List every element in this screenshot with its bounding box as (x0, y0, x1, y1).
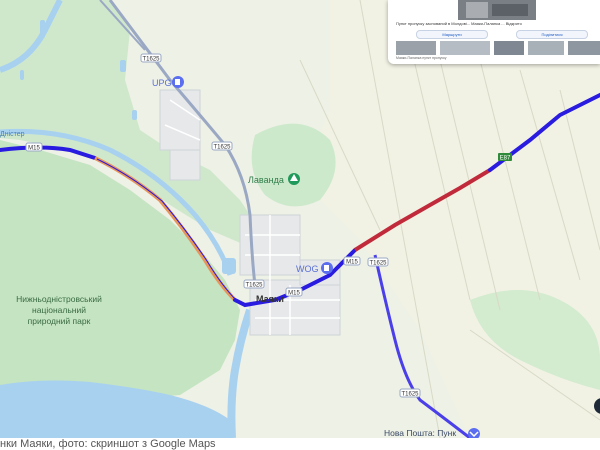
road-label: M15 (28, 146, 40, 152)
place-label-mayaky[interactable]: Маяки (256, 294, 284, 304)
directions-button[interactable]: Маршрути (416, 30, 488, 39)
photo-caption: Маяки-Паланка пункт пропуску (396, 56, 447, 60)
park-icon[interactable] (288, 173, 300, 185)
road-shield-t1625: T1625 (140, 53, 162, 63)
road-label: E87 (500, 156, 511, 162)
place-label-upg[interactable]: UPG (152, 78, 172, 88)
share-button[interactable]: Поділитися (516, 30, 588, 39)
road-label: T1625 (142, 57, 160, 63)
road-shield-m15: M15 (285, 287, 303, 297)
park-label-line2: національний (32, 305, 86, 315)
photo-thumbnail[interactable] (440, 41, 490, 55)
park-label-line1: Нижньодністровський (16, 294, 102, 304)
photo-strip[interactable] (396, 41, 600, 55)
photo-thumbnail[interactable] (494, 41, 524, 55)
road-shield-t1625: T1625 (367, 257, 389, 267)
road-shield-t1625: T1625 (211, 141, 233, 151)
place-description: Пункт пропуску заснований в Молдові... М… (396, 21, 522, 26)
road-label: T1625 (213, 145, 231, 151)
place-photo[interactable] (458, 0, 536, 20)
road-label: M15 (346, 260, 358, 266)
road-label: T1625 (401, 392, 419, 398)
image-caption: нки Маяки, фото: скриншот з Google Maps (0, 438, 216, 450)
fuel-station-icon[interactable] (172, 76, 184, 88)
road-shield-t1625: T1625 (399, 388, 421, 398)
info-card[interactable]: Пункт пропуску заснований в Молдові... М… (388, 0, 600, 64)
pond (222, 258, 236, 274)
action-buttons: Маршрути Поділитися (396, 30, 596, 39)
pond (40, 20, 45, 38)
park-label-line3: природний парк (28, 316, 91, 326)
road-shield-t1625: T1625 (243, 279, 265, 289)
pond (120, 60, 126, 72)
photo-thumbnail[interactable] (568, 41, 600, 55)
lavanda-park-area (251, 123, 336, 207)
place-label-lavanda[interactable]: Лаванда (248, 175, 284, 185)
road-label: T1625 (369, 261, 387, 267)
place-label-nova-poshta[interactable]: Нова Пошта: Пунк (384, 428, 456, 438)
photo-thumbnail[interactable] (528, 41, 564, 55)
river-label: Дністер (0, 130, 25, 138)
map-canvas[interactable]: M15 M15 M15 E87 T1625 T1625 T1625 T1625 … (0, 0, 600, 438)
pond (132, 110, 137, 120)
road-shield-m15: M15 (25, 142, 43, 152)
fuel-station-icon[interactable] (321, 262, 333, 274)
road-label: T1625 (245, 283, 263, 289)
road-shield-e87: E87 (498, 153, 512, 162)
photo-thumbnail[interactable] (396, 41, 436, 55)
road-label: M15 (288, 291, 300, 297)
road-shield-m15: M15 (343, 256, 361, 266)
place-label-wog[interactable]: WOG (296, 264, 319, 274)
pond (20, 70, 24, 80)
